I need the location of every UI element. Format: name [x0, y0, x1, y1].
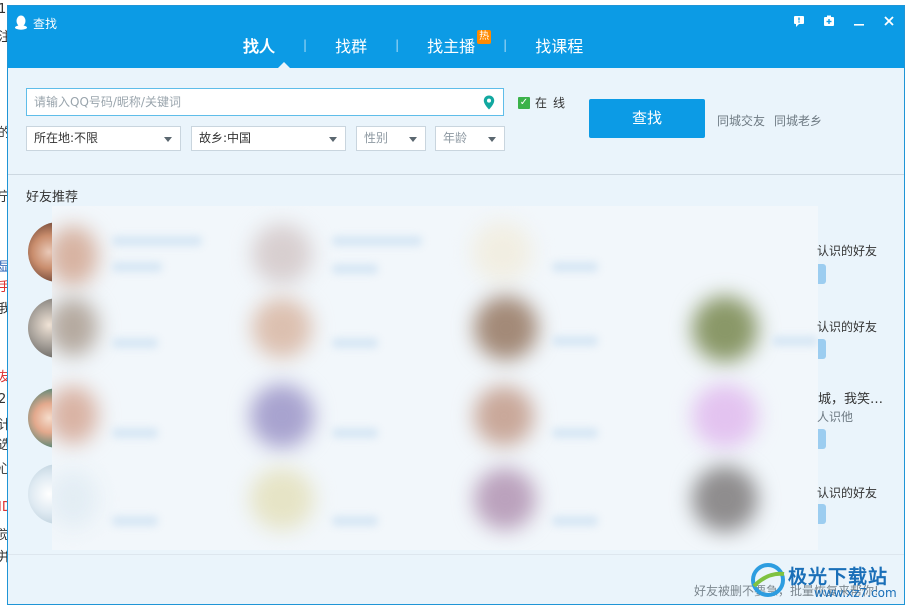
age-dropdown-value: 年龄	[443, 131, 468, 145]
blurred-text	[332, 236, 422, 246]
location-dropdown-value: 所在地:不限	[34, 131, 99, 145]
divider	[8, 174, 904, 175]
blurred-text	[112, 516, 158, 526]
avatar	[692, 384, 758, 448]
search-input[interactable]	[27, 89, 467, 115]
tab-find-anchor[interactable]: 找主播 热	[427, 30, 492, 57]
recommend-reason: 可能认识的好友	[817, 486, 877, 500]
hometown-dropdown-value: 故乡:中国	[199, 131, 252, 145]
background-fragment: 2	[0, 392, 7, 407]
tab-separator: |	[503, 38, 508, 52]
minimize-icon[interactable]	[850, 15, 868, 29]
online-filter[interactable]: ✓ 在线	[518, 94, 571, 111]
add-friend-button[interactable]	[818, 264, 826, 284]
avatar	[250, 384, 314, 448]
qq-penguin-icon	[15, 15, 27, 30]
search-field[interactable]	[26, 88, 504, 116]
blurred-text	[112, 236, 202, 246]
avatar	[692, 296, 758, 362]
profile-signature: 城，我笑…	[818, 392, 884, 407]
chevron-down-icon	[409, 137, 417, 142]
background-fragment: 1	[0, 2, 7, 17]
active-tab-indicator	[278, 62, 290, 68]
watermark-title: 极光下载站	[788, 566, 889, 588]
search-button[interactable]: 查找	[589, 99, 705, 138]
avatar	[52, 470, 98, 528]
avatar	[474, 296, 538, 360]
blurred-text	[552, 262, 598, 272]
blurred-text	[552, 428, 598, 438]
avatar	[474, 386, 534, 446]
chevron-down-icon	[488, 137, 496, 142]
location-dropdown[interactable]: 所在地:不限	[26, 126, 181, 151]
blurred-text	[332, 264, 378, 274]
tab-separator: |	[303, 38, 308, 52]
window-controls	[790, 15, 898, 29]
blurred-text	[332, 516, 378, 526]
hometown-link[interactable]: 同城老乡	[774, 112, 822, 129]
recommend-reason: 可能认识的好友	[817, 244, 877, 258]
add-friend-button[interactable]	[818, 429, 826, 449]
location-pin-icon[interactable]	[483, 95, 495, 110]
age-dropdown[interactable]: 年龄	[435, 126, 505, 151]
watermark-url: www.xz7.com	[814, 586, 897, 600]
add-friend-button[interactable]	[818, 339, 826, 359]
blurred-text	[552, 336, 598, 346]
avatar	[252, 224, 312, 284]
online-label: 在线	[535, 96, 572, 110]
add-friend-button[interactable]	[818, 504, 826, 524]
gender-dropdown-value: 性别	[364, 131, 389, 145]
quick-links: 同城交友 同城老乡	[717, 112, 822, 129]
recommend-reason: 人识他	[817, 410, 854, 424]
blurred-text	[112, 428, 158, 438]
chevron-down-icon	[164, 137, 172, 142]
avatar	[52, 226, 98, 286]
avatar	[472, 222, 532, 282]
tab-find-people[interactable]: 找人	[243, 33, 275, 57]
chevron-down-icon	[329, 137, 337, 142]
blurred-text	[112, 262, 162, 272]
online-checkbox[interactable]: ✓	[518, 96, 530, 109]
blurred-text	[112, 338, 158, 348]
avatar	[474, 468, 536, 530]
site-watermark: 极光下载站 www.xz7.com	[748, 558, 904, 602]
tab-find-course[interactable]: 找课程	[535, 33, 583, 57]
divider	[8, 554, 904, 555]
blurred-text	[332, 428, 378, 438]
recommend-title: 好友推荐	[26, 190, 79, 205]
recommendation-grid-blurred	[52, 206, 818, 550]
titlebar[interactable]: 查找 找人 | 找群 | 找主播 热 | 找课程	[8, 6, 904, 68]
feedback-icon[interactable]	[790, 15, 808, 29]
close-icon[interactable]	[880, 15, 898, 29]
avatar	[52, 298, 98, 356]
tab-separator: |	[395, 38, 400, 52]
find-window: 查找 找人 | 找群 | 找主播 热 | 找课程 请输入QQ号码/昵称/关键词 …	[7, 5, 905, 605]
tab-find-group[interactable]: 找群	[335, 33, 367, 57]
gender-dropdown[interactable]: 性别	[356, 126, 426, 151]
tab-bar: 找人 | 找群 | 找主播 热 | 找课程	[243, 30, 583, 57]
blurred-text	[332, 338, 378, 348]
tab-find-anchor-label: 找主播	[427, 37, 476, 56]
avatar	[252, 298, 312, 358]
window-title: 查找	[33, 17, 58, 31]
blurred-text	[552, 516, 598, 526]
hometown-dropdown[interactable]: 故乡:中国	[191, 126, 346, 151]
hot-badge: 热	[477, 30, 492, 44]
skin-icon[interactable]	[820, 15, 838, 29]
watermark-logo-icon	[751, 563, 785, 597]
local-friends-link[interactable]: 同城交友	[717, 112, 765, 129]
blurred-text	[772, 336, 818, 346]
avatar	[52, 386, 98, 444]
avatar	[250, 468, 314, 530]
avatar	[692, 466, 758, 532]
recommend-reason: 可能认识的好友	[817, 320, 877, 334]
